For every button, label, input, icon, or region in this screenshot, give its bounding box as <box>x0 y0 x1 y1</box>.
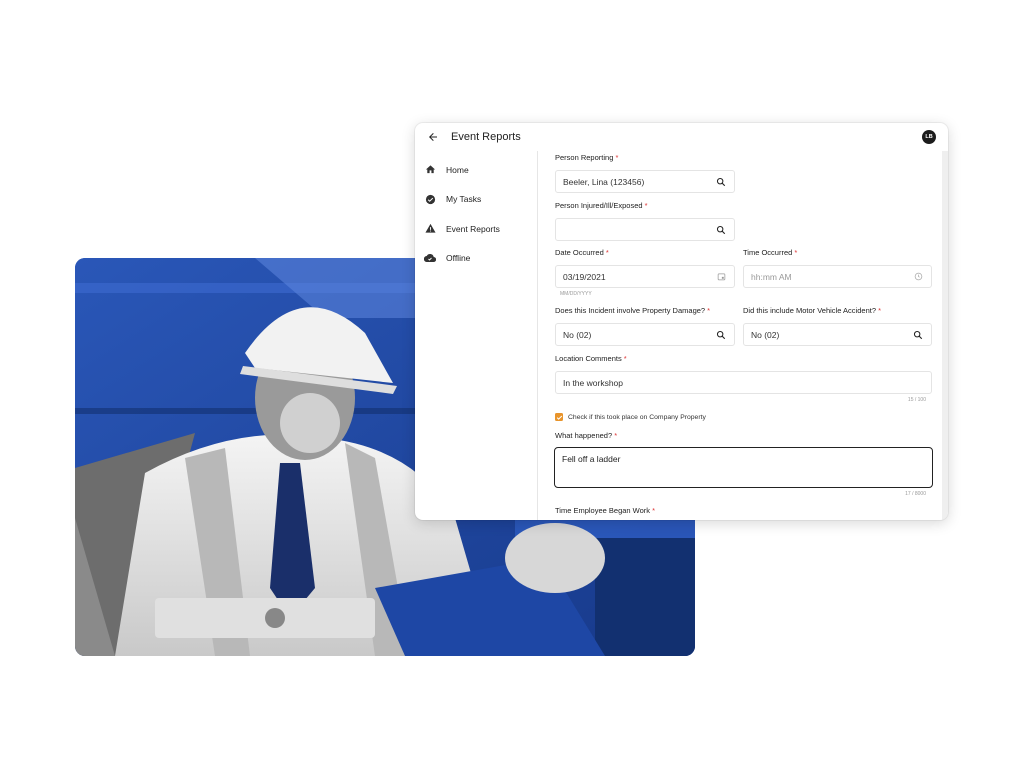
location-comments-label: Location Comments * <box>555 354 627 363</box>
search-icon[interactable] <box>715 176 727 188</box>
property-damage-field[interactable]: No (02) <box>555 323 735 346</box>
company-property-checkbox[interactable]: Check if this took place on Company Prop… <box>555 413 706 421</box>
page: Event Reports LB Home My Tasks Event Rep… <box>0 0 1024 778</box>
date-occurred-field[interactable]: 03/19/2021 <box>555 265 735 288</box>
location-comments-field[interactable]: In the workshop <box>555 371 932 394</box>
sidebar-item-label: Offline <box>446 253 471 264</box>
location-comments-counter: 15 / 100 <box>907 397 926 403</box>
search-icon[interactable] <box>715 224 727 236</box>
sidebar-item-home[interactable]: Home <box>415 155 537 185</box>
what-happened-counter: 17 / 8000 <box>905 491 926 497</box>
home-icon <box>423 163 437 177</box>
person-reporting-label: Person Reporting * <box>555 153 619 162</box>
top-app-bar: Event Reports LB <box>415 123 948 151</box>
cloud-offline-icon <box>423 251 437 265</box>
motor-vehicle-field[interactable]: No (02) <box>743 323 932 346</box>
motor-vehicle-label: Did this include Motor Vehicle Accident?… <box>743 306 882 315</box>
sidebar-item-label: Home <box>446 164 469 175</box>
checkbox-checked-icon[interactable] <box>555 413 563 421</box>
warning-icon <box>423 222 437 236</box>
date-format-hint: MM/DD/YYYY <box>560 291 592 297</box>
what-happened-label: What happened? * <box>555 431 618 440</box>
person-injured-label: Person Injured/Ill/Exposed * <box>555 201 648 210</box>
clock-icon[interactable] <box>912 271 924 283</box>
person-injured-field[interactable] <box>555 218 735 241</box>
time-occurred-label: Time Occurred * <box>743 248 798 257</box>
person-reporting-field[interactable]: Beeler, Lina (123456) <box>555 170 735 193</box>
property-damage-label: Does this Incident involve Property Dama… <box>555 306 711 315</box>
user-avatar[interactable]: LB <box>922 130 936 144</box>
sidebar-item-offline[interactable]: Offline <box>415 244 537 274</box>
check-circle-icon <box>423 192 437 206</box>
sidebar-item-event-reports[interactable]: Event Reports <box>415 214 537 244</box>
sidebar-nav: Home My Tasks Event Reports Offline <box>415 151 538 520</box>
date-occurred-label: Date Occurred * <box>555 248 609 257</box>
time-began-work-label: Time Employee Began Work * <box>555 506 656 515</box>
back-arrow-icon[interactable] <box>425 129 441 145</box>
time-occurred-field[interactable]: hh:mm AM <box>743 265 932 288</box>
sidebar-item-label: Event Reports <box>446 223 500 234</box>
search-icon[interactable] <box>912 329 924 341</box>
search-icon[interactable] <box>715 329 727 341</box>
sidebar-item-my-tasks[interactable]: My Tasks <box>415 185 537 215</box>
page-title: Event Reports <box>451 131 521 143</box>
calendar-icon[interactable] <box>715 271 727 283</box>
app-window: Event Reports LB Home My Tasks Event Rep… <box>415 123 948 520</box>
sidebar-item-label: My Tasks <box>446 194 482 205</box>
what-happened-textarea[interactable]: Fell off a ladder <box>554 447 933 488</box>
company-property-label: Check if this took place on Company Prop… <box>568 413 706 421</box>
event-report-form: Person Reporting * Beeler, Lina (123456)… <box>539 151 948 520</box>
